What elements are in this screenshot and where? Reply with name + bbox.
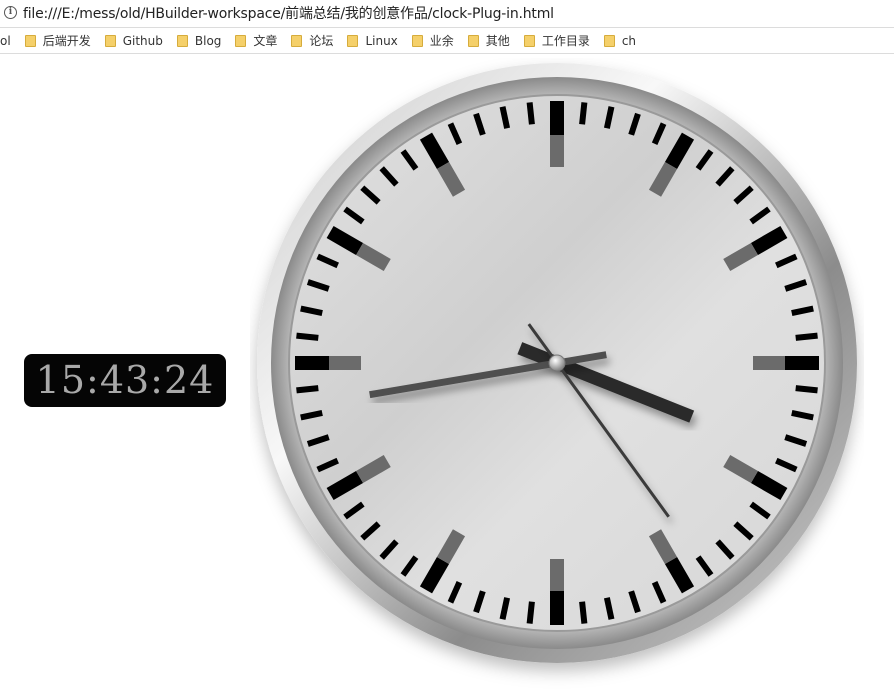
folder-icon — [24, 34, 36, 47]
minute-tick — [795, 385, 818, 394]
minute-tick — [795, 332, 818, 341]
minute-tick — [579, 601, 588, 624]
folder-icon — [347, 34, 359, 47]
center-cap — [548, 354, 566, 372]
bookmark-folder-workdir[interactable]: 工作目录 — [523, 30, 590, 52]
bookmark-folder-articles[interactable]: 文章 — [235, 30, 277, 52]
folder-icon — [523, 34, 535, 47]
bookmark-label: 文章 — [253, 34, 278, 48]
bookmark-label: Github — [122, 33, 163, 48]
bookmark-label: ol — [0, 33, 11, 48]
bookmark-folder-hobby[interactable]: 业余 — [411, 30, 454, 52]
digital-clock: 15:43:24 — [24, 354, 226, 407]
minute-tick — [526, 102, 535, 125]
analog-clock — [257, 63, 857, 663]
minute-tick — [526, 601, 535, 624]
bookmark-label: 业余 — [429, 34, 454, 48]
minute-tick — [296, 332, 319, 341]
folder-icon — [411, 34, 423, 47]
info-icon[interactable]: i — [4, 6, 17, 19]
bookmark-folder-github[interactable]: Github — [104, 30, 163, 52]
bookmark-label: Linux — [365, 33, 398, 48]
bookmark-item-ol[interactable]: ol — [0, 30, 11, 52]
folder-icon — [235, 34, 247, 47]
bookmark-folder-backend[interactable]: 后端开发 — [24, 30, 91, 52]
folder-icon — [603, 34, 615, 47]
bookmark-folder-forums[interactable]: 论坛 — [291, 30, 333, 52]
folder-icon — [176, 34, 188, 47]
folder-icon — [467, 34, 479, 47]
minute-tick — [296, 385, 319, 394]
minute-tick — [579, 102, 588, 125]
bookmark-folder-blog[interactable]: Blog — [176, 30, 222, 52]
bookmark-label: Blog — [194, 33, 222, 48]
bookmark-folder-linux[interactable]: Linux — [347, 30, 398, 52]
bookmark-label: 其他 — [485, 34, 510, 48]
address-bar[interactable]: i file:///E:/mess/old/HBuilder-workspace… — [0, 0, 894, 25]
bookmark-folder-other[interactable]: 其他 — [467, 30, 510, 52]
folder-icon — [104, 34, 116, 47]
url-text[interactable]: file:///E:/mess/old/HBuilder-workspace/前… — [23, 3, 554, 23]
bookmark-label: 论坛 — [309, 34, 334, 48]
bookmark-label: 工作目录 — [541, 34, 590, 48]
bookmark-label: ch — [621, 33, 637, 48]
bookmark-label: 后端开发 — [42, 34, 91, 48]
bookmarks-bar: ol 后端开发 Github Blog 文章 论坛 Linux 业余 其他 工作… — [0, 27, 894, 54]
bookmark-folder-ch[interactable]: ch — [603, 30, 637, 52]
folder-icon — [291, 34, 303, 47]
